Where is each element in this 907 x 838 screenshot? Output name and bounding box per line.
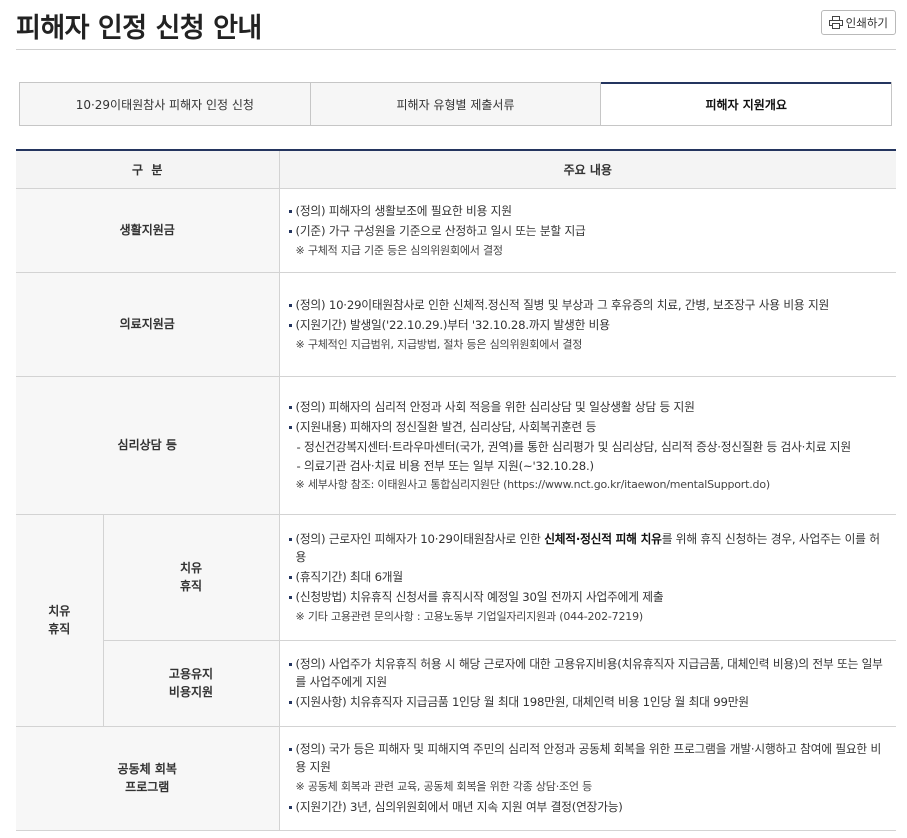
tab-bar: 10·29이태원참사 피해자 인정 신청 피해자 유형별 제출서류 피해자 지원… (19, 82, 892, 126)
category-counseling: 심리상담 등 (16, 376, 280, 515)
category-healing-leave-group: 치유 휴직 (16, 514, 104, 727)
category-medical: 의료지원금 (16, 272, 280, 377)
table-row-counseling: 심리상담 등 (정의) 피해자의 심리적 안정과 사회 적응을 위한 심리상담 … (16, 376, 896, 515)
list-item: (지원기간) 3년, 심의위원회에서 매년 지속 지원 여부 결정(연장가능) (288, 798, 891, 816)
tab-victim-application[interactable]: 10·29이태원참사 피해자 인정 신청 (20, 83, 311, 125)
list-item: (정의) 피해자의 생활보조에 필요한 비용 지원 (288, 202, 891, 220)
tab-support-overview[interactable]: 피해자 지원개요 (601, 82, 892, 125)
list-item: (정의) 근로자인 피해자가 10·29이태원참사로 인한 신체적·정신적 피해… (288, 530, 891, 566)
print-button-label: 인쇄하기 (845, 15, 888, 30)
page-header: 피해자 인정 신청 안내 인쇄하기 (16, 0, 896, 50)
category-living: 생활지원금 (16, 188, 280, 273)
list-item: (정의) 피해자의 심리적 안정과 사회 적응을 위한 심리상담 및 일상생활 … (288, 398, 891, 416)
print-button[interactable]: 인쇄하기 (820, 10, 896, 35)
category-community: 공동체 회복 프로그램 (16, 726, 280, 831)
content-community: (정의) 국가 등은 피해자 및 피해지역 주민의 심리적 안정과 공동체 회복… (279, 726, 896, 831)
note: ※ 기타 고용관련 문의사항 : 고용노동부 기업일자리지원과 (044-202… (295, 609, 644, 623)
table-row-employment-support: 고용유지 비용지원 (정의) 사업주가 치유휴직 허용 시 해당 근로자에 대한… (16, 640, 896, 727)
list-item: (기준) 가구 구성원을 기준으로 산정하고 일시 또는 분할 지급 (288, 222, 891, 240)
table-header-row: 구 분 주요 내용 (16, 150, 896, 189)
table-row-living: 생활지원금 (정의) 피해자의 생활보조에 필요한 비용 지원 (기준) 가구 … (16, 188, 896, 273)
header-category: 구 분 (16, 150, 280, 189)
note: ※ 공동체 회복과 관련 교육, 공동체 회복을 위한 각종 상담·조언 등 (295, 780, 593, 793)
content-counseling: (정의) 피해자의 심리적 안정과 사회 적응을 위한 심리상담 및 일상생활 … (279, 376, 896, 515)
page-title: 피해자 인정 신청 안내 (16, 13, 262, 44)
category-healing-leave: 치유 휴직 (103, 514, 280, 641)
content-living: (정의) 피해자의 생활보조에 필요한 비용 지원 (기준) 가구 구성원을 기… (279, 188, 896, 273)
note: ※ 구체적인 지급범위, 지급방법, 절차 등은 심의위원회에서 결정 (295, 337, 583, 351)
content-medical: (정의) 10·29이태원참사로 인한 신체적.정신적 질병 및 부상과 그 후… (279, 272, 896, 377)
tab-required-documents[interactable]: 피해자 유형별 제출서류 (310, 83, 602, 125)
table-row-medical: 의료지원금 (정의) 10·29이태원참사로 인한 신체적.정신적 질병 및 부… (16, 272, 896, 377)
list-item: (지원사항) 치유휴직자 지급금품 1인당 월 최대 198만원, 대체인력 비… (288, 693, 891, 711)
content-employment-support: (정의) 사업주가 치유휴직 허용 시 해당 근로자에 대한 고용유지비용(치유… (279, 640, 896, 727)
table-row-community: 공동체 회복 프로그램 (정의) 국가 등은 피해자 및 피해지역 주민의 심리… (16, 726, 896, 831)
list-item: (정의) 국가 등은 피해자 및 피해지역 주민의 심리적 안정과 공동체 회복… (288, 740, 891, 776)
list-item: (정의) 사업주가 치유휴직 허용 시 해당 근로자에 대한 고용유지비용(치유… (288, 655, 891, 691)
list-item: (휴직기간) 최대 6개월 (288, 568, 891, 586)
list-item: (신청방법) 치유휴직 신청서를 휴직시작 예정일 30일 전까지 사업주에게 … (288, 588, 891, 606)
category-employment-support: 고용유지 비용지원 (103, 640, 280, 727)
sub-item: - 정신건강복지센터·트라우마센터(국가, 권역)를 통한 심리평가 및 심리상… (296, 439, 852, 454)
support-overview-table: 구 분 주요 내용 생활지원금 (정의) 피해자의 생활보조에 필요한 비용 지… (16, 149, 896, 831)
list-item: (지원기간) 발생일('22.10.29.)부터 '32.10.28.까지 발생… (288, 316, 891, 334)
note: ※ 구체적 지급 기준 등은 심의위원회에서 결정 (295, 243, 504, 257)
list-item: (정의) 10·29이태원참사로 인한 신체적.정신적 질병 및 부상과 그 후… (288, 296, 891, 314)
sub-item: - 의료기관 검사·치료 비용 전부 또는 일부 지원(~'32.10.28.) (296, 458, 595, 473)
printer-icon (828, 16, 843, 29)
table-row-healing-leave: 치유 휴직 치유 휴직 (정의) 근로자인 피해자가 10·29이태원참사로 인… (16, 514, 896, 727)
header-content: 주요 내용 (279, 150, 896, 189)
note: ※ 세부사항 참조: 이태원사고 통합심리지원단 (https://www.nc… (295, 477, 771, 491)
list-item: (지원내용) 피해자의 정신질환 발견, 심리상담, 사회복귀훈련 등 (288, 418, 891, 436)
content-healing-leave: (정의) 근로자인 피해자가 10·29이태원참사로 인한 신체적·정신적 피해… (279, 514, 896, 641)
